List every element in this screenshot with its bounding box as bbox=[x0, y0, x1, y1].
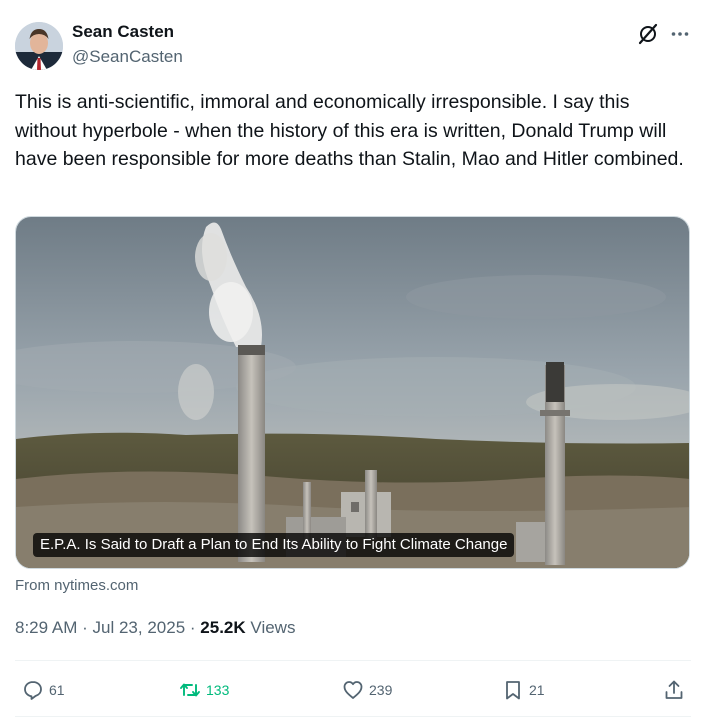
avatar-image bbox=[15, 22, 63, 70]
divider bbox=[15, 716, 691, 717]
grok-icon[interactable] bbox=[637, 23, 659, 45]
repost-icon bbox=[180, 683, 200, 697]
reply-button[interactable]: 61 bbox=[22, 677, 65, 703]
share-button[interactable] bbox=[663, 677, 685, 703]
views-label: Views bbox=[250, 618, 296, 637]
tweet-meta: 8:29 AM · Jul 23, 2025 · 25.2K Views bbox=[15, 618, 295, 638]
card-headline: E.P.A. Is Said to Draft a Plan to End It… bbox=[33, 533, 515, 557]
tweet-text: This is anti-scientific, immoral and eco… bbox=[15, 91, 684, 170]
bookmark-icon bbox=[506, 681, 520, 700]
like-button[interactable]: 239 bbox=[342, 677, 392, 703]
views-count[interactable]: 25.2K bbox=[200, 618, 245, 637]
bookmark-count: 21 bbox=[529, 682, 545, 698]
author-handle[interactable]: @SeanCasten bbox=[72, 47, 183, 67]
tweet-time[interactable]: 8:29 AM bbox=[15, 618, 77, 637]
card-image bbox=[16, 217, 689, 568]
card-source[interactable]: From nytimes.com bbox=[15, 577, 138, 594]
meta-separator: · bbox=[82, 618, 88, 637]
like-icon bbox=[343, 681, 363, 699]
author-name[interactable]: Sean Casten bbox=[72, 22, 174, 42]
share-icon bbox=[665, 680, 683, 699]
reply-count: 61 bbox=[49, 682, 65, 698]
repost-button[interactable]: 133 bbox=[179, 677, 229, 703]
like-count: 239 bbox=[369, 682, 393, 698]
more-icon[interactable] bbox=[669, 23, 691, 45]
divider bbox=[15, 660, 691, 661]
avatar[interactable] bbox=[15, 22, 63, 70]
repost-count: 133 bbox=[206, 682, 230, 698]
meta-separator: · bbox=[189, 618, 196, 637]
tweet-date[interactable]: Jul 23, 2025 bbox=[93, 618, 186, 637]
bookmark-button[interactable]: 21 bbox=[502, 677, 545, 703]
link-card[interactable]: E.P.A. Is Said to Draft a Plan to End It… bbox=[15, 216, 690, 569]
reply-icon bbox=[24, 681, 42, 700]
